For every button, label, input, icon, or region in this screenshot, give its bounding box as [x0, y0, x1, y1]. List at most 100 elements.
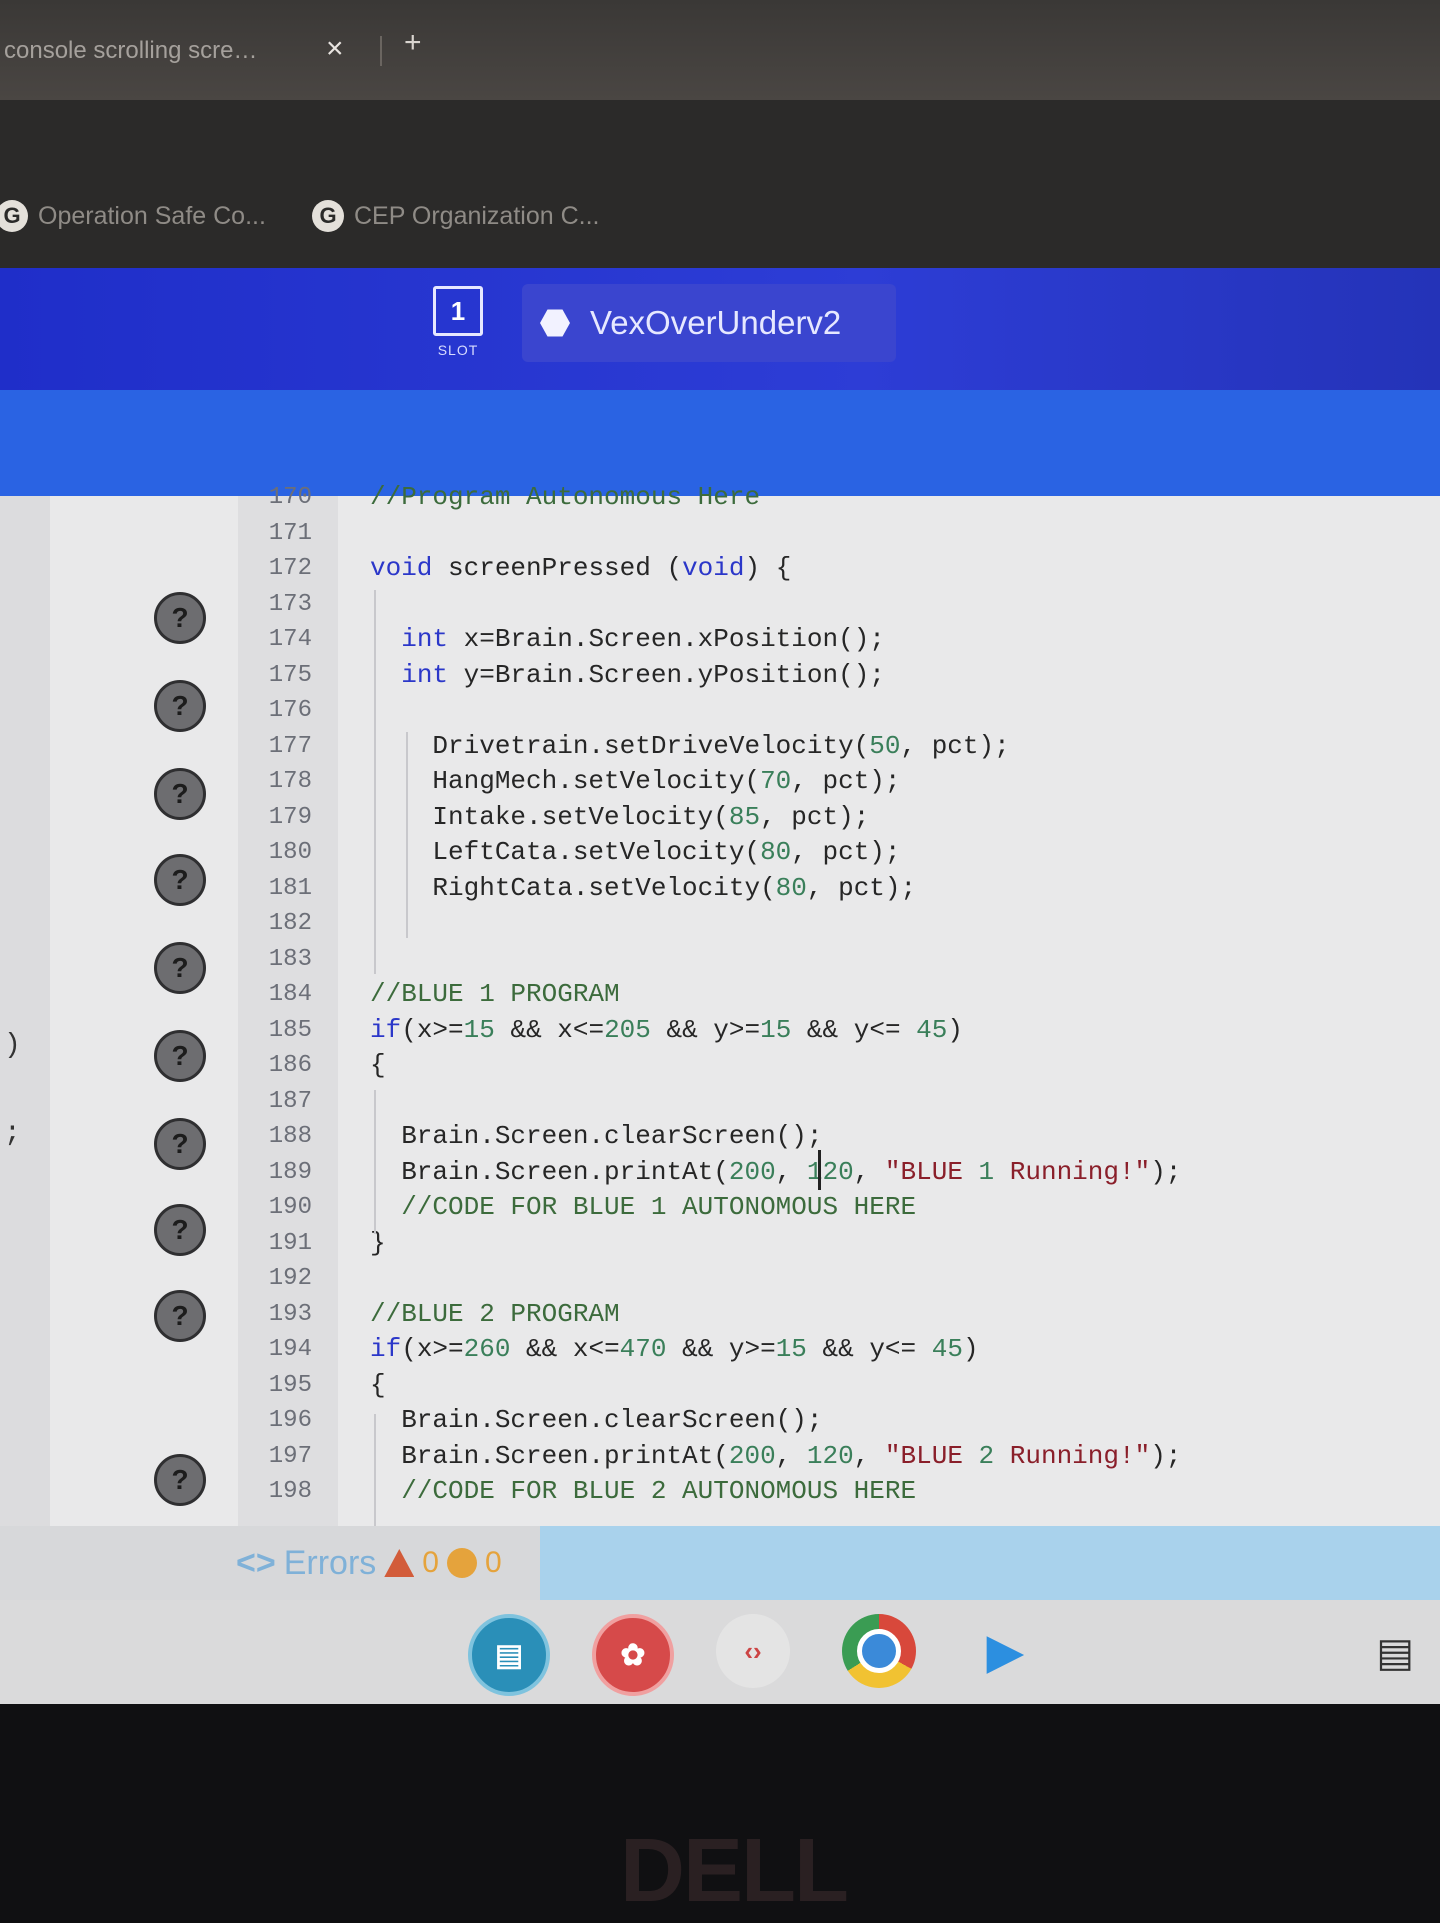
bookmark-operation-safe[interactable]: G Operation Safe Co...	[0, 200, 266, 232]
line-number: 189	[268, 1158, 312, 1186]
code-line[interactable]: HangMech.setVelocity(70, pct);	[370, 766, 900, 796]
line-number: 190	[268, 1194, 312, 1221]
warning-count: 0	[422, 1546, 439, 1579]
close-tab-icon[interactable]: ×	[326, 32, 344, 66]
code-editor[interactable]: ) ; ??????????? 170//Program Autonomous …	[0, 482, 1440, 1590]
play-store-icon[interactable]: ▶	[968, 1614, 1042, 1688]
browser-tab-bar: console scrolling scre… × +	[0, 0, 1440, 100]
line-number: 182	[268, 910, 312, 937]
line-number: 170	[268, 484, 312, 511]
code-line[interactable]: void screenPressed (void) {	[370, 553, 791, 583]
bookmark-label: Operation Safe Co...	[38, 201, 266, 230]
google-icon: G	[0, 200, 28, 232]
vex-app-header: 1 SLOT VexOverUnderv2	[0, 268, 1440, 390]
dell-logo: DELL	[620, 1821, 849, 1921]
line-number: 173	[268, 590, 312, 618]
code-line[interactable]: LeftCata.setVelocity(80, pct);	[370, 837, 900, 867]
code-line[interactable]: //Program Autonomous Here	[370, 482, 760, 512]
code-line[interactable]: int y=Brain.Screen.yPosition();	[370, 660, 885, 690]
blocks-panel-edge	[0, 496, 50, 1526]
code-line[interactable]: {	[370, 1370, 386, 1400]
code-line[interactable]: {	[370, 1050, 386, 1080]
chromeos-shelf: ▤ ✿ ‹› ▶ ▤	[0, 1600, 1440, 1704]
line-number: 188	[268, 1123, 312, 1150]
line-number: 185	[268, 1016, 312, 1044]
line-number: 175	[268, 661, 312, 689]
bookmarks-bar	[0, 100, 1440, 270]
slot-number: 1	[433, 286, 483, 336]
line-number: 187	[268, 1087, 312, 1115]
code-brackets-icon: <>	[236, 1543, 276, 1582]
chat-app-icon[interactable]: ✿	[592, 1614, 674, 1696]
code-line[interactable]: RightCata.setVelocity(80, pct);	[370, 873, 916, 903]
tote-icon[interactable]: ▤	[1376, 1630, 1414, 1676]
error-icon	[446, 1548, 477, 1578]
bookmark-cep-organization[interactable]: G CEP Organization C...	[312, 200, 599, 232]
code-line[interactable]: //BLUE 1 PROGRAM	[370, 979, 620, 1009]
edge-fragment: ;	[4, 1118, 21, 1149]
code-line[interactable]: }	[370, 1228, 386, 1258]
code-line[interactable]: if(x>=15 && x<=205 && y>=15 && y<= 45)	[370, 1015, 963, 1045]
code-line[interactable]: //CODE FOR BLUE 1 AUTONOMOUS HERE	[370, 1192, 916, 1222]
code-line[interactable]: Intake.setVelocity(85, pct);	[370, 802, 869, 832]
classroom-app-icon[interactable]: ▤	[468, 1614, 550, 1696]
help-icon[interactable]: ?	[154, 1030, 206, 1082]
new-tab-button[interactable]: +	[404, 26, 422, 60]
line-number: 181	[268, 874, 312, 902]
line-number: 198	[268, 1478, 312, 1505]
code-line[interactable]: if(x>=260 && x<=470 && y>=15 && y<= 45)	[370, 1334, 979, 1364]
line-number: 196	[268, 1407, 312, 1434]
line-number: 174	[268, 626, 312, 653]
browser-tab[interactable]: console scrolling scre… ×	[0, 22, 380, 80]
help-icon[interactable]: ?	[154, 1118, 206, 1170]
code-line[interactable]: Drivetrain.setDriveVelocity(50, pct);	[370, 731, 1009, 761]
line-number: 192	[268, 1265, 312, 1292]
code-line[interactable]: Brain.Screen.clearScreen();	[370, 1405, 822, 1435]
bookmark-label: CEP Organization C...	[354, 201, 600, 230]
line-number: 186	[268, 1052, 312, 1079]
warning-icon	[384, 1549, 415, 1577]
line-number: 177	[268, 732, 312, 760]
code-line[interactable]: Brain.Screen.printAt(200, 120, "BLUE 2 R…	[370, 1441, 1181, 1471]
code-line[interactable]: Brain.Screen.printAt(200, 120, "BLUE 1 R…	[370, 1157, 1181, 1187]
line-number: 172	[268, 555, 312, 582]
code-app-icon[interactable]: ‹›	[716, 1614, 790, 1688]
help-icon[interactable]: ?	[154, 768, 206, 820]
help-icon[interactable]: ?	[154, 854, 206, 906]
line-number: 179	[268, 803, 312, 831]
google-icon: G	[312, 200, 344, 232]
error-count: 0	[484, 1546, 502, 1579]
help-icon[interactable]: ?	[154, 1290, 206, 1342]
line-number: 180	[268, 839, 312, 866]
indent-guide	[406, 732, 408, 938]
text-cursor	[818, 1150, 821, 1190]
help-icon[interactable]: ?	[154, 592, 206, 644]
line-number: 184	[268, 981, 312, 1008]
errors-toggle[interactable]: <> Errors 0 0	[236, 1526, 502, 1600]
chrome-app-icon[interactable]	[842, 1614, 916, 1688]
project-hexagon-icon	[540, 309, 570, 337]
line-number: 191	[268, 1229, 312, 1257]
project-name-button[interactable]: VexOverUnderv2	[522, 284, 896, 362]
error-output-area	[540, 1526, 1440, 1600]
help-icon[interactable]: ?	[154, 680, 206, 732]
tab-separator	[380, 36, 382, 66]
errors-label: Errors	[283, 1543, 377, 1582]
indent-guide	[374, 590, 376, 974]
line-number: 171	[268, 519, 312, 547]
indent-guide	[374, 1414, 376, 1526]
code-line[interactable]: //BLUE 2 PROGRAM	[370, 1299, 620, 1329]
slot-selector[interactable]: 1 SLOT	[432, 286, 484, 358]
help-icon[interactable]: ?	[154, 942, 206, 994]
line-number: 194	[268, 1336, 312, 1363]
error-status-bar: <> Errors 0 0	[0, 1526, 1440, 1600]
code-line[interactable]: Brain.Screen.clearScreen();	[370, 1121, 822, 1151]
help-icon[interactable]: ?	[154, 1204, 206, 1256]
line-number: 183	[268, 945, 312, 973]
line-number: 193	[268, 1300, 312, 1328]
code-line[interactable]: int x=Brain.Screen.xPosition();	[370, 624, 885, 654]
line-number: 195	[268, 1371, 312, 1399]
code-line[interactable]: //CODE FOR BLUE 2 AUTONOMOUS HERE	[370, 1476, 916, 1506]
line-number: 197	[268, 1442, 312, 1470]
help-icon[interactable]: ?	[154, 1454, 206, 1506]
